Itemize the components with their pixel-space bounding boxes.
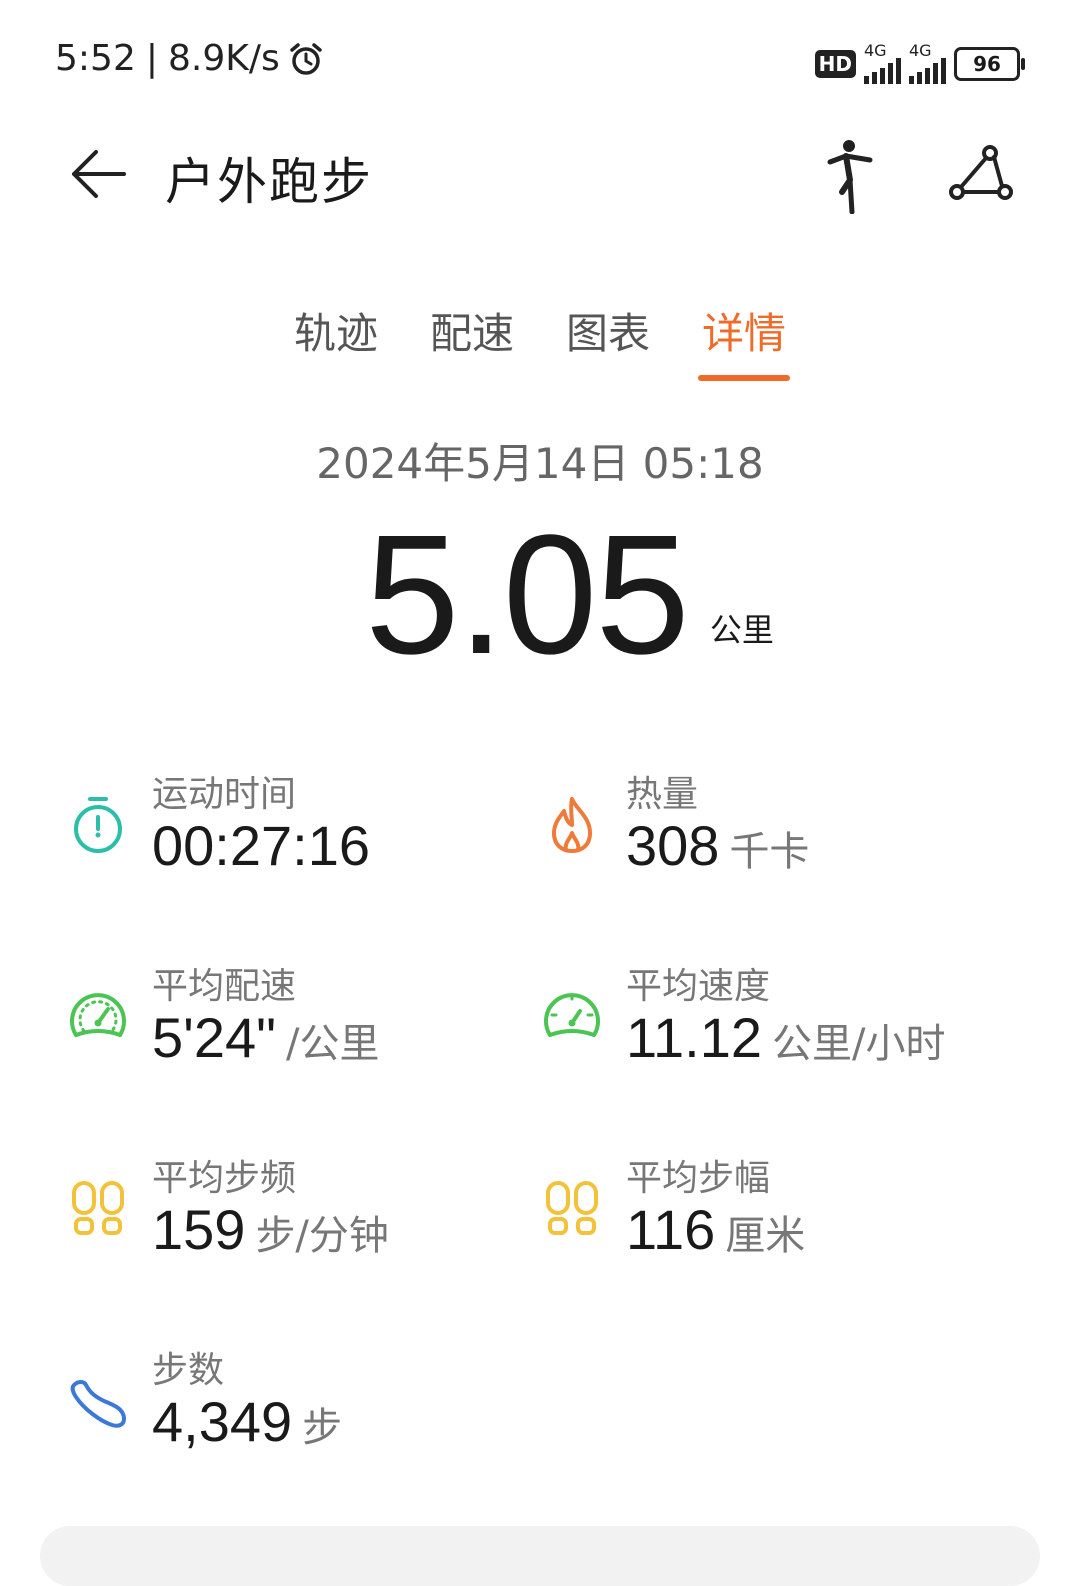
- signal-1: 4G: [864, 41, 901, 84]
- tab-track[interactable]: 轨迹: [294, 300, 378, 381]
- status-right: HD 4G 4G 96: [814, 41, 1025, 84]
- status-left: 5:52 | 8.9K/s: [55, 38, 324, 79]
- tab-chart[interactable]: 图表: [566, 300, 650, 381]
- stat-unit: 厘米: [725, 1213, 806, 1259]
- network-speed: 8.9K/s: [167, 38, 280, 79]
- stat-value: 4,349: [152, 1390, 293, 1453]
- app-header: 户外跑步: [0, 130, 1080, 220]
- stat-value: 308: [626, 814, 720, 877]
- runner-pose-icon[interactable]: [822, 138, 878, 214]
- stat-unit: 千卡: [729, 829, 810, 875]
- stat-unit: 步: [302, 1405, 343, 1451]
- bottom-card: [40, 1526, 1040, 1586]
- stat-label: 平均配速: [152, 966, 297, 1007]
- signal-bars-icon: [864, 58, 901, 84]
- speedometer-icon: [70, 993, 126, 1037]
- signal-bars-icon: [909, 58, 946, 84]
- tab-pace[interactable]: 配速: [430, 300, 514, 381]
- stat-steps: 步数 4,349 步: [68, 1341, 528, 1481]
- tab-details[interactable]: 详情: [698, 300, 791, 381]
- stat-avg-stride: 平均步幅 116 厘米: [542, 1149, 1002, 1289]
- back-arrow-icon[interactable]: [68, 144, 128, 204]
- stopwatch-icon: [74, 797, 122, 853]
- stat-label: 热量: [626, 774, 699, 815]
- route-share-icon[interactable]: [948, 144, 1014, 204]
- stat-label: 平均步频: [152, 1158, 297, 1199]
- distance-unit: 公里: [709, 611, 774, 649]
- page-title: 户外跑步: [165, 153, 373, 211]
- stat-value-row: 116 厘米: [626, 1197, 805, 1262]
- shoe-icon: [70, 1380, 126, 1428]
- stat-avg-cadence: 平均步频 159 步/分钟: [68, 1149, 528, 1289]
- footprints-icon: [72, 1181, 124, 1235]
- stat-value: 159: [152, 1198, 246, 1261]
- stat-value: 11.12: [626, 1006, 762, 1069]
- distance-display: 5.05 公里: [365, 505, 774, 685]
- battery-icon: 96: [954, 47, 1025, 81]
- tab-bar: 轨迹 配速 图表 详情: [0, 300, 1080, 381]
- stat-value-row: 11.12 公里/小时: [626, 1005, 945, 1070]
- stat-value-row: 308 千卡: [626, 813, 809, 878]
- stat-value-row: 159 步/分钟: [152, 1197, 389, 1262]
- stat-value: 00:27:16: [152, 814, 370, 877]
- stat-avg-speed: 平均速度 11.12 公里/小时: [542, 957, 1002, 1097]
- alarm-icon: [289, 42, 322, 75]
- distance-value: 5.05: [365, 500, 690, 690]
- status-time: 5:52: [55, 38, 136, 79]
- stat-unit: 步/分钟: [255, 1213, 389, 1259]
- status-bar: 5:52 | 8.9K/s HD 4G 4G 96: [0, 0, 1080, 120]
- stat-label: 平均步幅: [626, 1158, 771, 1199]
- flame-icon: [552, 797, 592, 853]
- stat-label: 步数: [152, 1350, 225, 1391]
- stat-value: 5'24": [152, 1006, 277, 1069]
- stat-label: 运动时间: [152, 774, 297, 815]
- stat-unit: 公里/小时: [771, 1021, 946, 1067]
- stat-value: 116: [626, 1198, 716, 1261]
- gauge-icon: [544, 993, 600, 1037]
- status-separator: |: [145, 38, 158, 79]
- signal-2: 4G: [909, 41, 946, 84]
- stat-avg-pace: 平均配速 5'24" /公里: [68, 957, 528, 1097]
- stat-duration: 运动时间 00:27:16: [68, 765, 528, 905]
- stat-value-row: 5'24" /公里: [152, 1005, 380, 1070]
- signal-2-label: 4G: [909, 41, 932, 60]
- hd-badge: HD: [814, 50, 856, 78]
- stat-label: 平均速度: [626, 966, 771, 1007]
- workout-datetime: 2024年5月14日 05:18: [316, 439, 764, 488]
- stat-unit: /公里: [286, 1021, 380, 1067]
- stat-value-row: 4,349 步: [152, 1389, 342, 1454]
- signal-1-label: 4G: [864, 41, 887, 60]
- stat-calories: 热量 308 千卡: [542, 765, 1002, 905]
- stat-value-row: 00:27:16: [152, 813, 370, 878]
- footprints-icon: [546, 1181, 598, 1235]
